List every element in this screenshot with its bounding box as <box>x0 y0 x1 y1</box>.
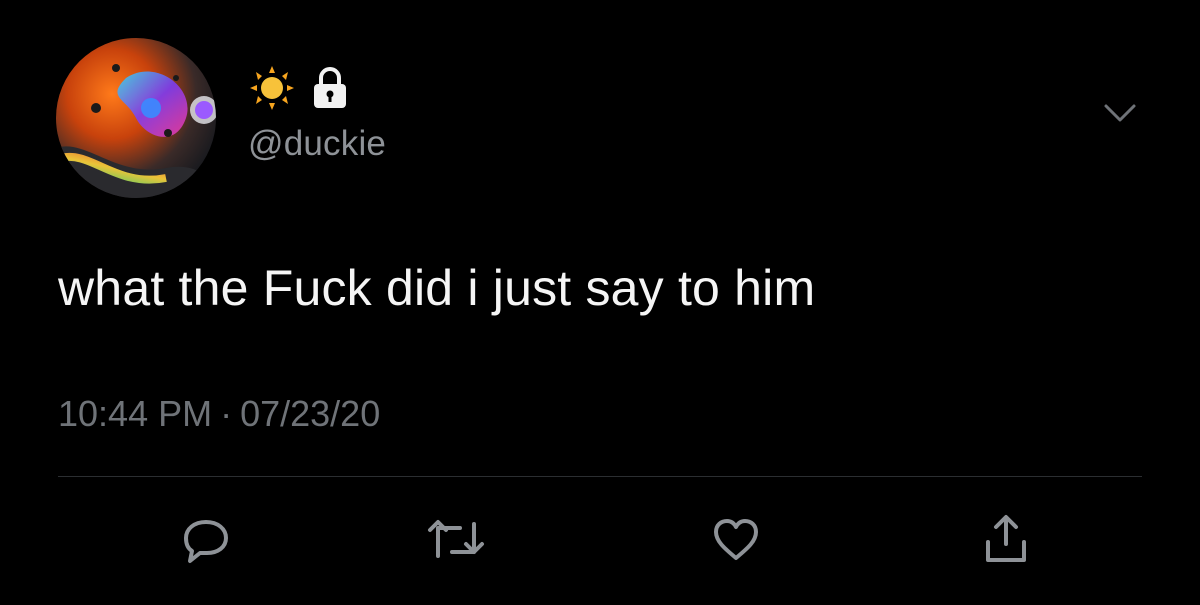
tweet-text: what the Fuck did i just say to him <box>58 260 816 316</box>
divider <box>58 476 1142 477</box>
retweet-icon <box>428 520 484 558</box>
user-handle[interactable]: @duckie <box>248 124 386 164</box>
share-icon <box>986 515 1026 562</box>
like-button[interactable] <box>704 510 768 570</box>
avatar[interactable] <box>56 38 216 198</box>
sun-icon <box>248 66 296 110</box>
action-bar <box>0 500 1200 580</box>
tweet-date: 07/23/20 <box>240 393 381 434</box>
reply-button[interactable] <box>174 510 238 570</box>
display-name[interactable] <box>248 66 350 110</box>
timestamp-separator: · <box>220 393 233 434</box>
more-options-chevron-icon[interactable] <box>1098 98 1142 128</box>
tweet-timestamp[interactable]: 10:44 PM · 07/23/20 <box>58 392 380 436</box>
avatar-image <box>56 38 216 198</box>
lock-icon <box>310 66 350 110</box>
tweet: @duckie what the Fuck did i just say to … <box>0 0 1200 605</box>
comment-icon <box>184 520 228 563</box>
retweet-button[interactable] <box>424 510 488 570</box>
tweet-time: 10:44 PM <box>58 393 213 434</box>
heart-icon <box>714 519 758 560</box>
share-button[interactable] <box>974 510 1038 570</box>
